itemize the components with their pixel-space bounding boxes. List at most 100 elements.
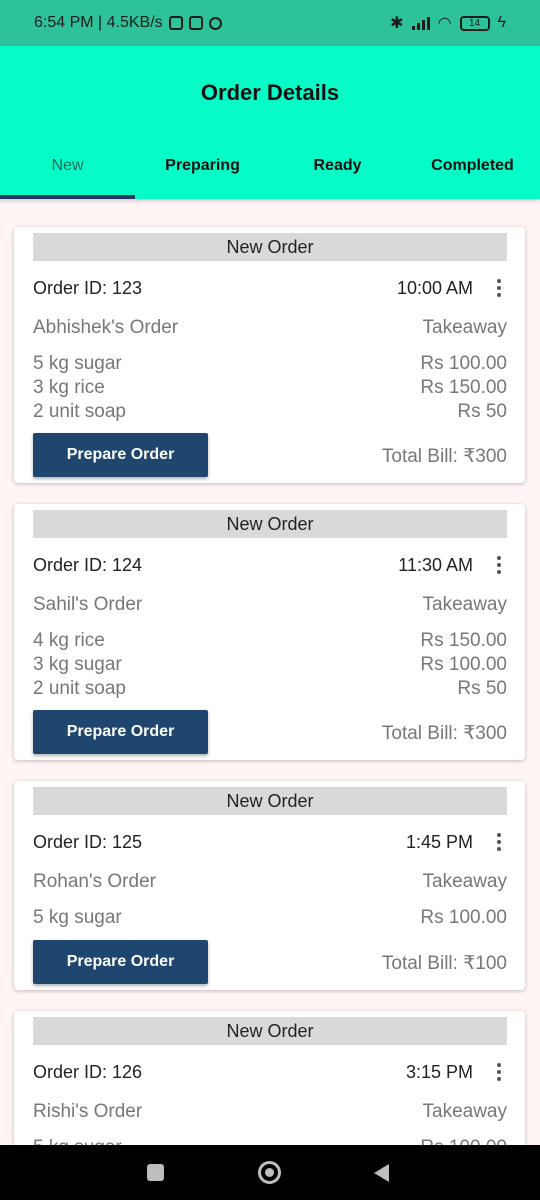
tab-preparing[interactable]: Preparing — [135, 142, 270, 199]
tab-ready[interactable]: Ready — [270, 142, 405, 199]
system-nav-bar — [0, 1145, 540, 1200]
item-price: Rs 100.00 — [420, 907, 507, 928]
total-bill: Total Bill: ₹100 — [381, 953, 507, 974]
item-price: Rs 100.00 — [420, 1137, 507, 1145]
tab-label: Completed — [431, 157, 514, 174]
order-card: New Order Order ID: 125 1:45 PM Rohan's … — [14, 781, 525, 990]
order-status-header: New Order — [33, 510, 507, 538]
page-title: Order Details — [200, 80, 340, 105]
item-name: 4 kg rice — [33, 630, 105, 651]
calendar-icon — [188, 16, 203, 30]
more-options-icon[interactable] — [491, 1061, 507, 1083]
item-price: Rs 50 — [457, 678, 507, 699]
order-time: 11:30 AM — [398, 554, 473, 575]
item-name: 5 kg sugar — [33, 353, 122, 374]
more-options-icon[interactable] — [491, 277, 507, 299]
order-id: Order ID: 125 — [33, 831, 143, 852]
battery-icon: 14 — [459, 15, 490, 31]
order-type: Takeaway — [422, 1101, 508, 1122]
order-time: 1:45 PM — [405, 831, 473, 852]
prepare-order-button[interactable]: Prepare Order — [33, 940, 208, 984]
tab-new[interactable]: New — [0, 142, 135, 199]
wifi-icon: ◠ — [437, 15, 452, 32]
list-item: 2 unit soap Rs 50 — [33, 400, 507, 424]
order-type: Takeaway — [422, 594, 508, 615]
order-meta-row: Order ID: 124 11:30 AM — [33, 554, 507, 576]
item-name: 3 kg rice — [33, 377, 105, 398]
order-card: New Order Order ID: 123 10:00 AM Abhishe… — [14, 227, 525, 483]
order-time-wrap: 1:45 PM — [406, 831, 507, 853]
order-card: New Order Order ID: 124 11:30 AM Sahil's… — [14, 504, 525, 760]
item-price: Rs 100.00 — [420, 654, 507, 675]
recent-apps-icon[interactable] — [147, 1164, 164, 1181]
order-customer-row: Sahil's Order Takeaway — [33, 594, 507, 616]
order-id: Order ID: 124 — [33, 554, 143, 575]
item-name: 5 kg sugar — [33, 1137, 122, 1145]
order-items: 5 kg sugar Rs 100.00 3 kg rice Rs 150.00… — [33, 352, 507, 424]
item-price: Rs 150.00 — [420, 377, 507, 398]
order-items: 5 kg sugar Rs 100.00 — [33, 1136, 507, 1145]
order-meta-row: Order ID: 126 3:15 PM — [33, 1061, 507, 1083]
item-price: Rs 50 — [457, 401, 507, 422]
order-type: Takeaway — [422, 871, 508, 892]
order-items: 5 kg sugar Rs 100.00 — [33, 906, 507, 930]
customer-name: Sahil's Order — [33, 594, 143, 615]
list-item: 3 kg rice Rs 150.00 — [33, 376, 507, 400]
list-item: 3 kg sugar Rs 100.00 — [33, 653, 507, 677]
item-name: 3 kg sugar — [33, 654, 122, 675]
battery-level: 14 — [468, 17, 481, 29]
app-bar: Order Details New Preparing Ready Comple… — [0, 46, 540, 199]
order-meta-row: Order ID: 125 1:45 PM — [33, 831, 507, 853]
order-customer-row: Rishi's Order Takeaway — [33, 1101, 507, 1123]
tab-bar: New Preparing Ready Completed — [0, 142, 540, 199]
item-name: 5 kg sugar — [33, 907, 122, 928]
order-meta-row: Order ID: 123 10:00 AM — [33, 277, 507, 299]
list-item: 5 kg sugar Rs 100.00 — [33, 352, 507, 376]
order-list[interactable]: New Order Order ID: 123 10:00 AM Abhishe… — [0, 199, 540, 1145]
order-time-wrap: 10:00 AM — [397, 277, 507, 299]
order-status-header: New Order — [33, 233, 507, 261]
more-options-icon[interactable] — [491, 554, 507, 576]
bluetooth-icon: ✱ — [390, 15, 404, 32]
order-customer-row: Rohan's Order Takeaway — [33, 871, 507, 893]
order-type: Takeaway — [422, 317, 508, 338]
order-id: Order ID: 126 — [33, 1061, 143, 1082]
order-time: 3:15 PM — [405, 1061, 473, 1082]
list-item: 4 kg rice Rs 150.00 — [33, 629, 507, 653]
order-customer-row: Abhishek's Order Takeaway — [33, 317, 507, 339]
tab-label: New — [51, 157, 84, 174]
customer-name: Rohan's Order — [33, 871, 156, 892]
list-item: 5 kg sugar Rs 100.00 — [33, 906, 507, 930]
more-options-icon[interactable] — [491, 831, 507, 853]
item-price: Rs 100.00 — [420, 353, 507, 374]
tab-label: Ready — [313, 157, 362, 174]
status-time-speed: 6:54 PM | 4.5KB/s — [34, 14, 163, 31]
total-bill: Total Bill: ₹300 — [381, 723, 507, 744]
status-bar: 6:54 PM | 4.5KB/s ✱ ◠ 14 ϟ — [0, 0, 540, 46]
order-items: 4 kg rice Rs 150.00 3 kg sugar Rs 100.00… — [33, 629, 507, 701]
prepare-order-button[interactable]: Prepare Order — [33, 433, 208, 477]
item-name: 2 unit soap — [33, 401, 126, 422]
total-bill: Total Bill: ₹300 — [381, 446, 507, 467]
item-name: 2 unit soap — [33, 678, 126, 699]
prepare-order-button[interactable]: Prepare Order — [33, 710, 208, 754]
customer-name: Rishi's Order — [33, 1101, 143, 1122]
order-card: New Order Order ID: 126 3:15 PM Rishi's … — [14, 1011, 525, 1145]
list-item: 2 unit soap Rs 50 — [33, 677, 507, 701]
tab-completed[interactable]: Completed — [405, 142, 540, 199]
order-time-wrap: 3:15 PM — [406, 1061, 507, 1083]
notification-mute-icon — [168, 16, 183, 30]
status-right: ✱ ◠ 14 ϟ — [390, 13, 506, 33]
customer-name: Abhishek's Order — [33, 317, 179, 338]
order-time-wrap: 11:30 AM — [398, 554, 507, 576]
list-item: 5 kg sugar Rs 100.00 — [33, 1136, 507, 1145]
back-icon[interactable] — [374, 1164, 389, 1182]
order-status-header: New Order — [33, 787, 507, 815]
charging-icon: ϟ — [497, 14, 506, 31]
order-id: Order ID: 123 — [33, 277, 143, 298]
signal-icon — [411, 16, 430, 30]
item-price: Rs 150.00 — [420, 630, 507, 651]
order-time: 10:00 AM — [396, 277, 473, 298]
home-icon[interactable] — [258, 1161, 281, 1184]
status-left: 6:54 PM | 4.5KB/s — [34, 14, 222, 32]
